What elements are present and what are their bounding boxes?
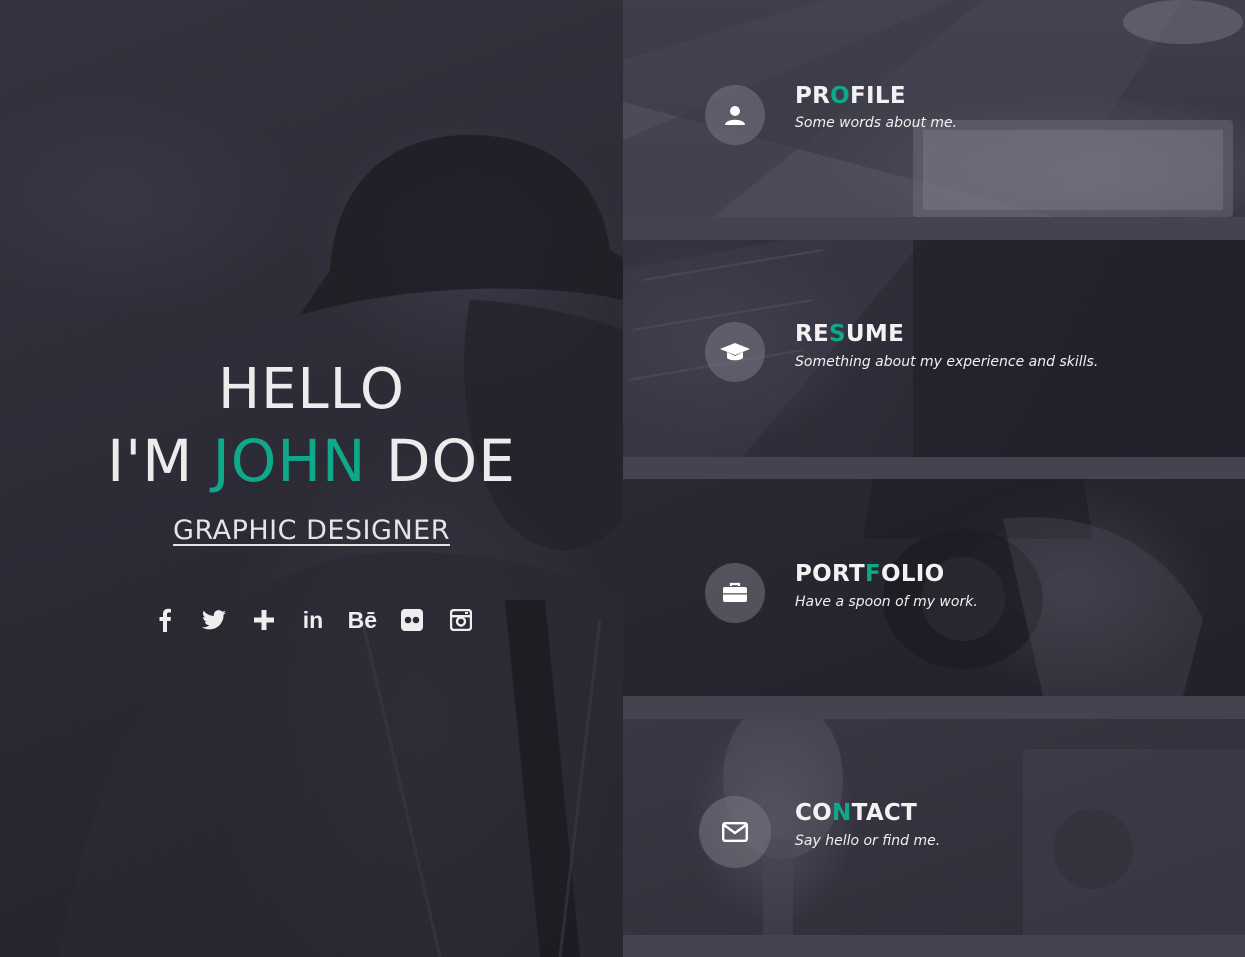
instagram-icon[interactable] (444, 603, 478, 637)
user-icon (705, 85, 765, 145)
graduation-cap-icon (705, 322, 765, 382)
social-links: in Bē (148, 600, 478, 640)
hero-name: I'M JOHN DOE (0, 428, 623, 494)
facebook-icon[interactable] (148, 603, 182, 637)
linkedin-text: in (302, 606, 324, 633)
twitter-icon[interactable] (197, 603, 231, 637)
menu-title-contact: CONTACT (795, 800, 918, 826)
menu-subtitle-profile: Some words about me. (795, 115, 958, 131)
menu-subtitle-resume: Something about my experience and skills… (795, 354, 1099, 370)
hero-section: HELLO I'M JOHN DOE GRAPHIC DESIGNER in B… (0, 0, 623, 957)
menu-item-portfolio[interactable]: PORTFOLIO Have a spoon of my work. (623, 479, 1245, 696)
menu-title-resume: RESUME (795, 321, 905, 347)
role-text: GRAPHIC DESIGNER (173, 515, 450, 546)
menu-item-resume[interactable]: RESUME Something about my experience and… (623, 240, 1245, 457)
google-plus-icon[interactable] (247, 603, 281, 637)
briefcase-icon (705, 563, 765, 623)
flickr-icon[interactable] (395, 603, 429, 637)
menu-item-profile[interactable]: PROFILE Some words about me. (623, 0, 1245, 217)
section-menu: PROFILE Some words about me. RESUME Some… (623, 0, 1245, 957)
menu-title-profile: PROFILE (795, 83, 906, 109)
menu-title-portfolio: PORTFOLIO (795, 561, 945, 587)
linkedin-icon[interactable]: in (296, 603, 330, 637)
behance-icon[interactable]: Bē (345, 603, 379, 637)
menu-subtitle-contact: Say hello or find me. (795, 833, 941, 849)
behance-text: Bē (347, 606, 378, 633)
hero-role: GRAPHIC DESIGNER (0, 515, 623, 546)
menu-item-contact[interactable]: CONTACT Say hello or find me. (623, 719, 1245, 935)
name-first: JOHN (212, 427, 367, 495)
menu-subtitle-portfolio: Have a spoon of my work. (795, 594, 978, 610)
name-last: DOE (385, 427, 516, 495)
name-prefix: I'M (107, 427, 194, 495)
hero-greeting: HELLO (218, 357, 405, 422)
envelope-icon (699, 796, 771, 868)
